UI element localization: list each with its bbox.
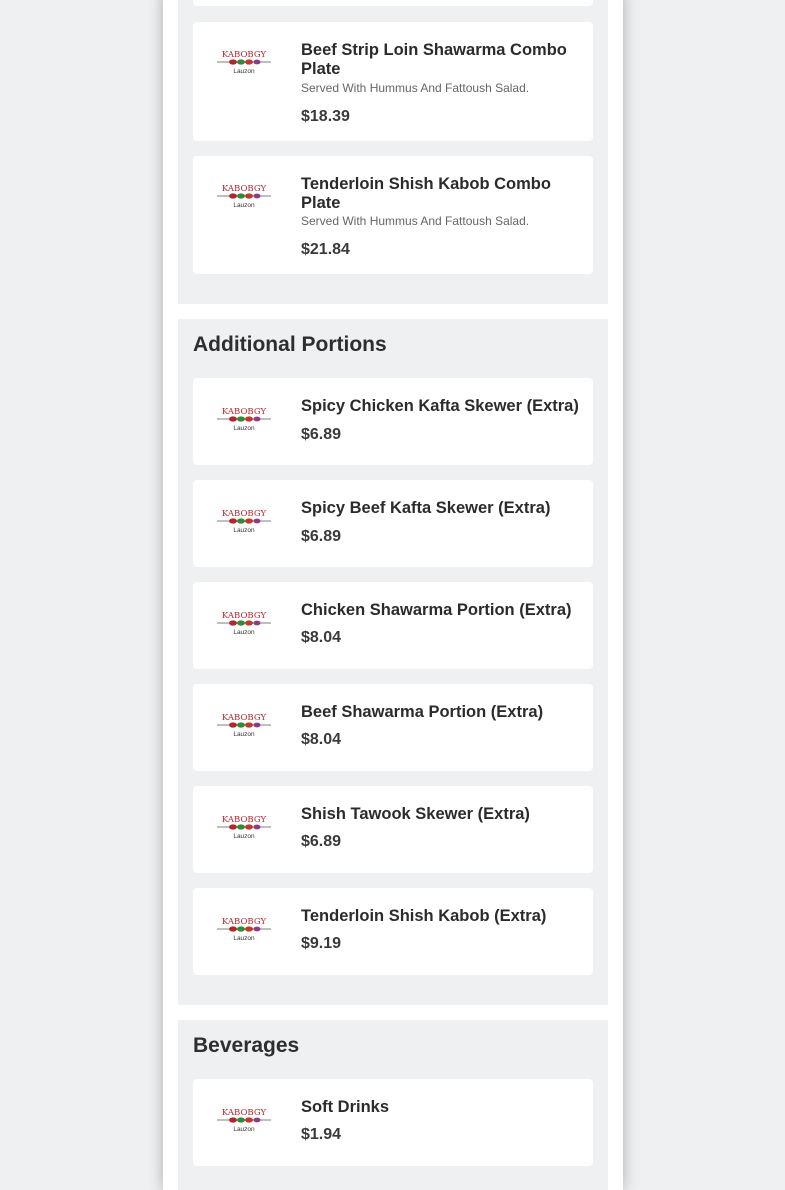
svg-text:KABOBGY: KABOBGY (222, 917, 267, 927)
item-description: Served With Hummus And Fattoush Salad. (301, 214, 530, 228)
item-name: Spicy Chicken Kafta Skewer (Extra) (301, 397, 579, 415)
kabobgy-logo-icon: KABOBGY Lauzon (217, 1108, 271, 1133)
item-name: Soft Drinks (301, 1098, 390, 1116)
svg-text:Lauzon: Lauzon (233, 425, 255, 432)
item-price: $18.39 (301, 108, 350, 125)
svg-text:KABOBGY: KABOBGY (222, 815, 267, 825)
item-name: Spicy Beef Kafta Skewer (Extra) (301, 499, 551, 517)
svg-text:KABOBGY: KABOBGY (222, 184, 267, 194)
section-title: Beverages (193, 1034, 300, 1057)
svg-text:KABOBGY: KABOBGY (222, 407, 267, 417)
svg-text:KABOBGY: KABOBGY (222, 1108, 267, 1118)
svg-text:KABOBGY: KABOBGY (222, 509, 267, 519)
svg-text:Lauzon: Lauzon (233, 527, 255, 534)
svg-text:Lauzon: Lauzon (233, 731, 255, 738)
item-name: Tenderloin Shish Kabob (Extra) (301, 907, 547, 925)
svg-text:Lauzon: Lauzon (233, 935, 255, 942)
item-name: Shish Tawook Skewer (Extra) (301, 805, 530, 823)
menu-item-card[interactable]: KABOBGY Lauzon Shish Tawook Skewer (Extr… (193, 786, 593, 873)
menu-item-card[interactable]: KABOBGY Lauzon Chicken Shawarma Portion … (193, 582, 593, 669)
svg-text:KABOBGY: KABOBGY (222, 713, 267, 723)
menu-item-card[interactable]: KABOBGY Lauzon Beef Strip Loin Shawarma … (193, 22, 593, 141)
item-name: Tenderloin Shish Kabob Combo Plate (301, 175, 551, 212)
svg-text:Lauzon: Lauzon (233, 202, 255, 209)
kabobgy-logo-icon: KABOBGY Lauzon (217, 713, 271, 738)
section-title: Additional Portions (193, 333, 387, 356)
item-price: $6.89 (301, 833, 342, 850)
item-price: $6.89 (301, 528, 342, 545)
item-name: Beef Strip Loin Shawarma Combo Plate (301, 41, 567, 78)
menu-item-card[interactable]: KABOBGY Lauzon Tenderloin Shish Kabob Co… (193, 156, 593, 274)
item-name: Beef Shawarma Portion (Extra) (301, 703, 544, 721)
menu-item-card-partial[interactable] (193, 0, 593, 6)
item-price: $9.19 (301, 935, 342, 952)
section-combo-plates: KABOBGY Lauzon Beef Strip Loin Shawarma … (178, 0, 608, 304)
item-description: Served With Hummus And Fattoush Salad. (301, 81, 530, 95)
menu-item-card[interactable]: KABOBGY Lauzon Spicy Beef Kafta Skewer (… (193, 480, 593, 567)
svg-text:Lauzon: Lauzon (233, 1126, 255, 1133)
menu-item-card[interactable]: KABOBGY Lauzon Beef Shawarma Portion (Ex… (193, 684, 593, 771)
menu-item-card[interactable]: KABOBGY Lauzon Tenderloin Shish Kabob (E… (193, 888, 593, 975)
menu-item-card[interactable]: KABOBGY Lauzon Soft Drinks $1.94 (193, 1079, 593, 1166)
menu-page: KABOBGY Lauzon Beef Strip Loin Shawarma … (163, 0, 623, 1190)
item-price: $6.89 (301, 426, 342, 443)
section-beverages: Beverages KABOBGY Lauzon Soft Drinks $1.… (178, 1020, 608, 1190)
menu-item-card[interactable]: KABOBGY Lauzon Spicy Chicken Kafta Skewe… (193, 378, 593, 465)
svg-text:Lauzon: Lauzon (233, 833, 255, 840)
kabobgy-logo-icon: KABOBGY Lauzon (217, 509, 271, 534)
item-price: $21.84 (301, 241, 350, 258)
kabobgy-logo-icon: KABOBGY Lauzon (217, 407, 271, 432)
item-price: $1.94 (301, 1126, 342, 1143)
item-name: Chicken Shawarma Portion (Extra) (301, 601, 572, 619)
svg-text:Lauzon: Lauzon (233, 629, 255, 636)
item-price: $8.04 (301, 731, 342, 748)
svg-text:KABOBGY: KABOBGY (222, 611, 267, 621)
section-additional-portions: Additional Portions KABOBGY Lauzon Spicy… (178, 319, 608, 1005)
svg-text:Lauzon: Lauzon (233, 68, 255, 75)
kabobgy-logo-icon: KABOBGY Lauzon (217, 815, 271, 840)
svg-text:KABOBGY: KABOBGY (222, 50, 267, 60)
item-price: $8.04 (301, 629, 342, 646)
kabobgy-logo-icon: KABOBGY Lauzon (217, 50, 271, 75)
kabobgy-logo-icon: KABOBGY Lauzon (217, 184, 271, 209)
kabobgy-logo-icon: KABOBGY Lauzon (217, 611, 271, 636)
kabobgy-logo-icon: KABOBGY Lauzon (217, 917, 271, 942)
